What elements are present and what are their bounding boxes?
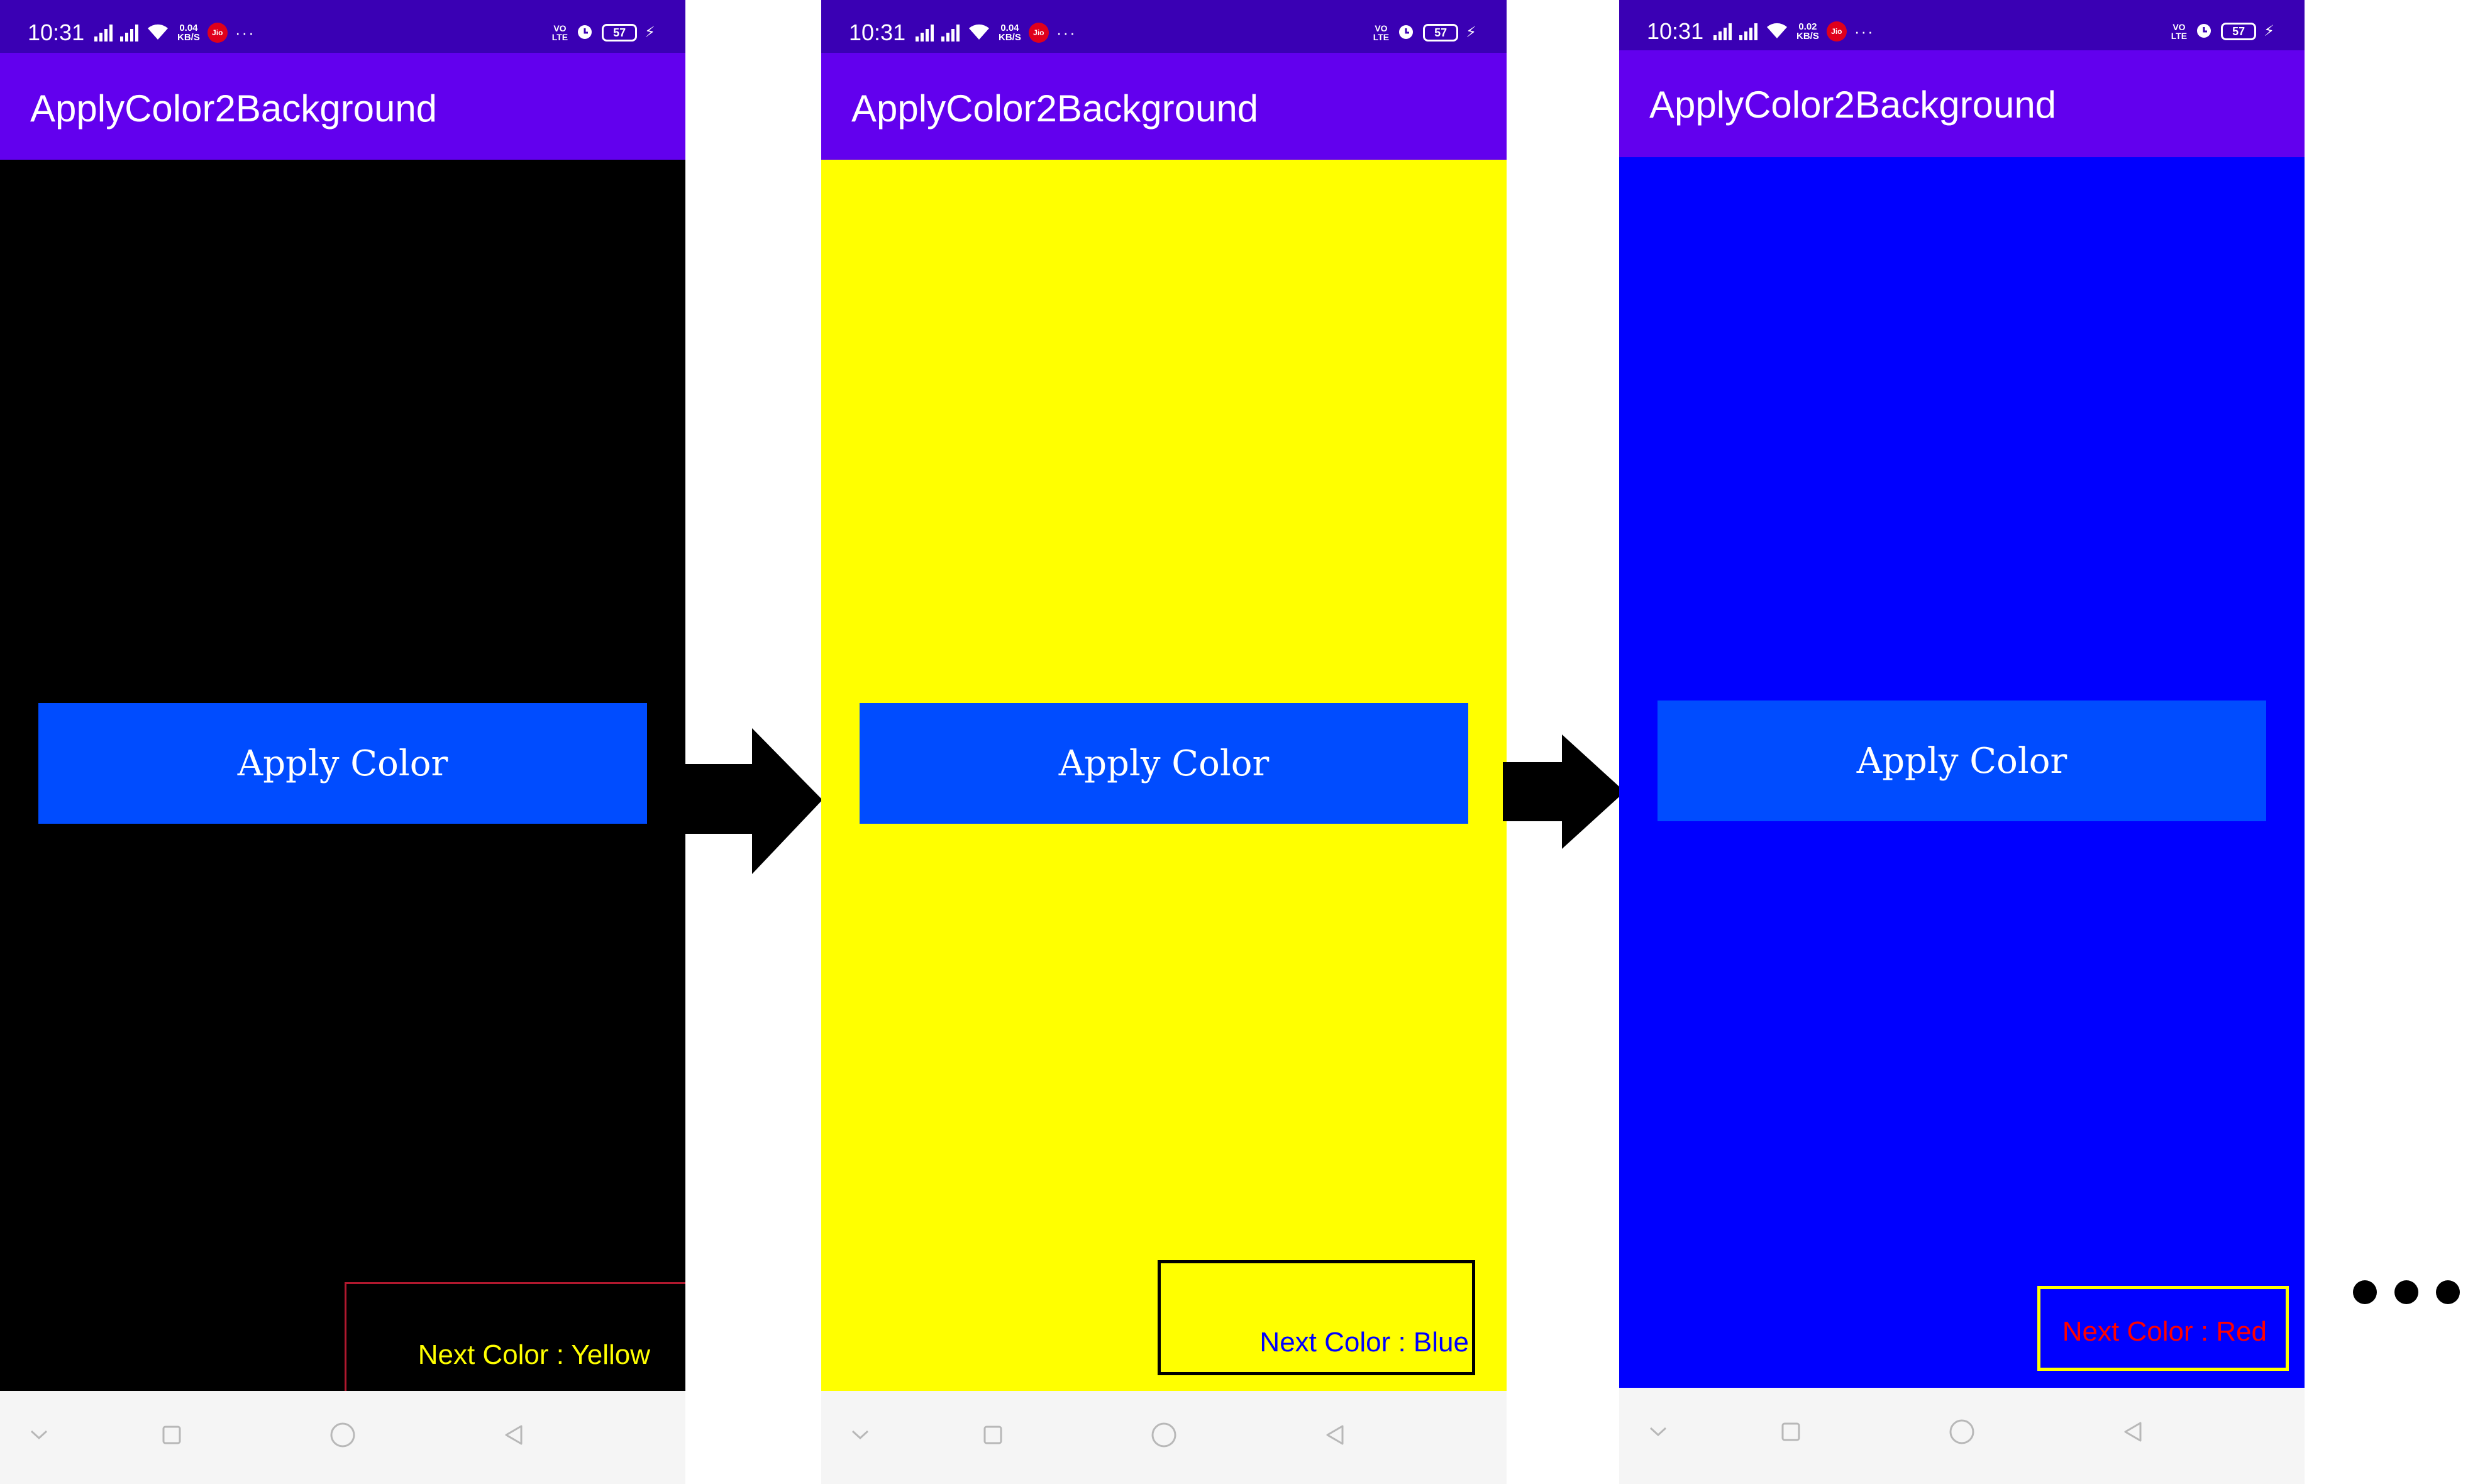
color-canvas: Apply Color Next Color : Blue (821, 160, 1507, 1391)
apply-color-button[interactable]: Apply Color (860, 703, 1468, 824)
jio-badge: Jio (1826, 21, 1847, 42)
app-title: ApplyColor2Background (1649, 84, 2057, 126)
signal-icon (916, 24, 934, 42)
wifi-icon (146, 22, 170, 44)
color-canvas: Apply Color Next Color : Red (1619, 157, 2305, 1388)
arrow-right-icon (1503, 734, 1625, 849)
volte-icon: VO LTE (1373, 23, 1390, 42)
home-icon[interactable] (318, 1410, 368, 1460)
back-icon[interactable] (2108, 1407, 2158, 1457)
signal-icon (120, 24, 138, 42)
charging-icon: ⚡ (645, 24, 655, 41)
recents-icon[interactable] (147, 1410, 197, 1460)
ellipsis-dot (2436, 1280, 2460, 1304)
jio-badge: Jio (207, 23, 228, 43)
status-bar: 10:31 0.02 KB/S Jio ··· VO LTE 57 ⚡ (1619, 0, 2305, 50)
charging-icon: ⚡ (2264, 23, 2274, 40)
app-bar: ApplyColor2Background (0, 53, 685, 160)
battery-icon: 57 (2221, 23, 2257, 40)
home-icon[interactable] (1937, 1407, 1987, 1457)
apply-color-button[interactable]: Apply Color (1658, 700, 2266, 821)
next-color-label: Next Color : Yellow (418, 1339, 650, 1370)
next-color-label: Next Color : Blue (1259, 1327, 1469, 1358)
recents-icon[interactable] (968, 1410, 1018, 1460)
status-bar: 10:31 0.04 KB/S Jio ··· VO LTE 57 ⚡ (0, 0, 685, 53)
network-speed: 0.02 KB/S (1796, 21, 1819, 42)
signal-icon (1739, 23, 1757, 40)
nav-bar (0, 1391, 685, 1484)
app-bar: ApplyColor2Background (821, 53, 1507, 160)
status-time: 10:31 (849, 19, 906, 45)
chevron-down-icon[interactable] (835, 1410, 885, 1460)
app-title: ApplyColor2Background (851, 87, 1259, 130)
screenshot-sequence: 10:31 0.04 KB/S Jio ··· VO LTE 57 ⚡ Appl… (0, 0, 2485, 1484)
status-time: 10:31 (28, 19, 85, 45)
battery-icon: 57 (602, 24, 638, 42)
home-icon[interactable] (1139, 1410, 1189, 1460)
network-speed: 0.04 KB/S (999, 23, 1021, 43)
arrow-right-icon (685, 728, 822, 874)
phone-screen-1: 10:31 0.04 KB/S Jio ··· VO LTE 57 ⚡ Appl… (0, 0, 685, 1484)
signal-icon (1713, 23, 1732, 40)
nav-bar (821, 1391, 1507, 1484)
next-color-box: Next Color : Blue (1158, 1260, 1475, 1375)
next-color-box: Next Color : Red (2037, 1286, 2289, 1371)
more-notifications-icon: ··· (1854, 22, 1874, 41)
network-speed: 0.04 KB/S (177, 23, 200, 43)
volte-icon: VO LTE (551, 23, 568, 42)
volte-icon: VO LTE (2171, 22, 2188, 41)
alarm-icon (2194, 21, 2213, 43)
apply-color-button[interactable]: Apply Color (38, 703, 647, 824)
signal-icon (941, 24, 960, 42)
ellipsis-dot (2353, 1280, 2377, 1304)
ellipsis-icon (2353, 1276, 2460, 1308)
phone-screen-3: 10:31 0.02 KB/S Jio ··· VO LTE 57 ⚡ Appl… (1619, 0, 2305, 1484)
jio-badge: Jio (1028, 23, 1049, 43)
wifi-icon (967, 22, 991, 44)
chevron-down-icon[interactable] (1633, 1407, 1683, 1457)
status-bar: 10:31 0.04 KB/S Jio ··· VO LTE 57 ⚡ (821, 0, 1507, 53)
back-icon[interactable] (489, 1410, 539, 1460)
signal-icon (94, 24, 113, 42)
battery-icon: 57 (1423, 24, 1459, 42)
nav-bar (1619, 1388, 2305, 1484)
next-color-box: Next Color : Yellow (345, 1282, 685, 1398)
more-notifications-icon: ··· (1056, 23, 1076, 42)
next-color-label: Next Color : Red (2062, 1316, 2267, 1347)
app-bar: ApplyColor2Background (1619, 50, 2305, 157)
more-notifications-icon: ··· (235, 23, 255, 42)
wifi-icon (1765, 21, 1789, 43)
alarm-icon (575, 22, 594, 44)
charging-icon: ⚡ (1466, 24, 1476, 41)
back-icon[interactable] (1310, 1410, 1360, 1460)
chevron-down-icon[interactable] (14, 1410, 64, 1460)
color-canvas: Apply Color Next Color : Yellow (0, 160, 685, 1398)
status-time: 10:31 (1647, 18, 1704, 44)
recents-icon[interactable] (1766, 1407, 1816, 1457)
phone-screen-2: 10:31 0.04 KB/S Jio ··· VO LTE 57 ⚡ Appl… (821, 0, 1507, 1484)
alarm-icon (1397, 22, 1415, 44)
ellipsis-dot (2394, 1280, 2418, 1304)
app-title: ApplyColor2Background (30, 87, 438, 130)
